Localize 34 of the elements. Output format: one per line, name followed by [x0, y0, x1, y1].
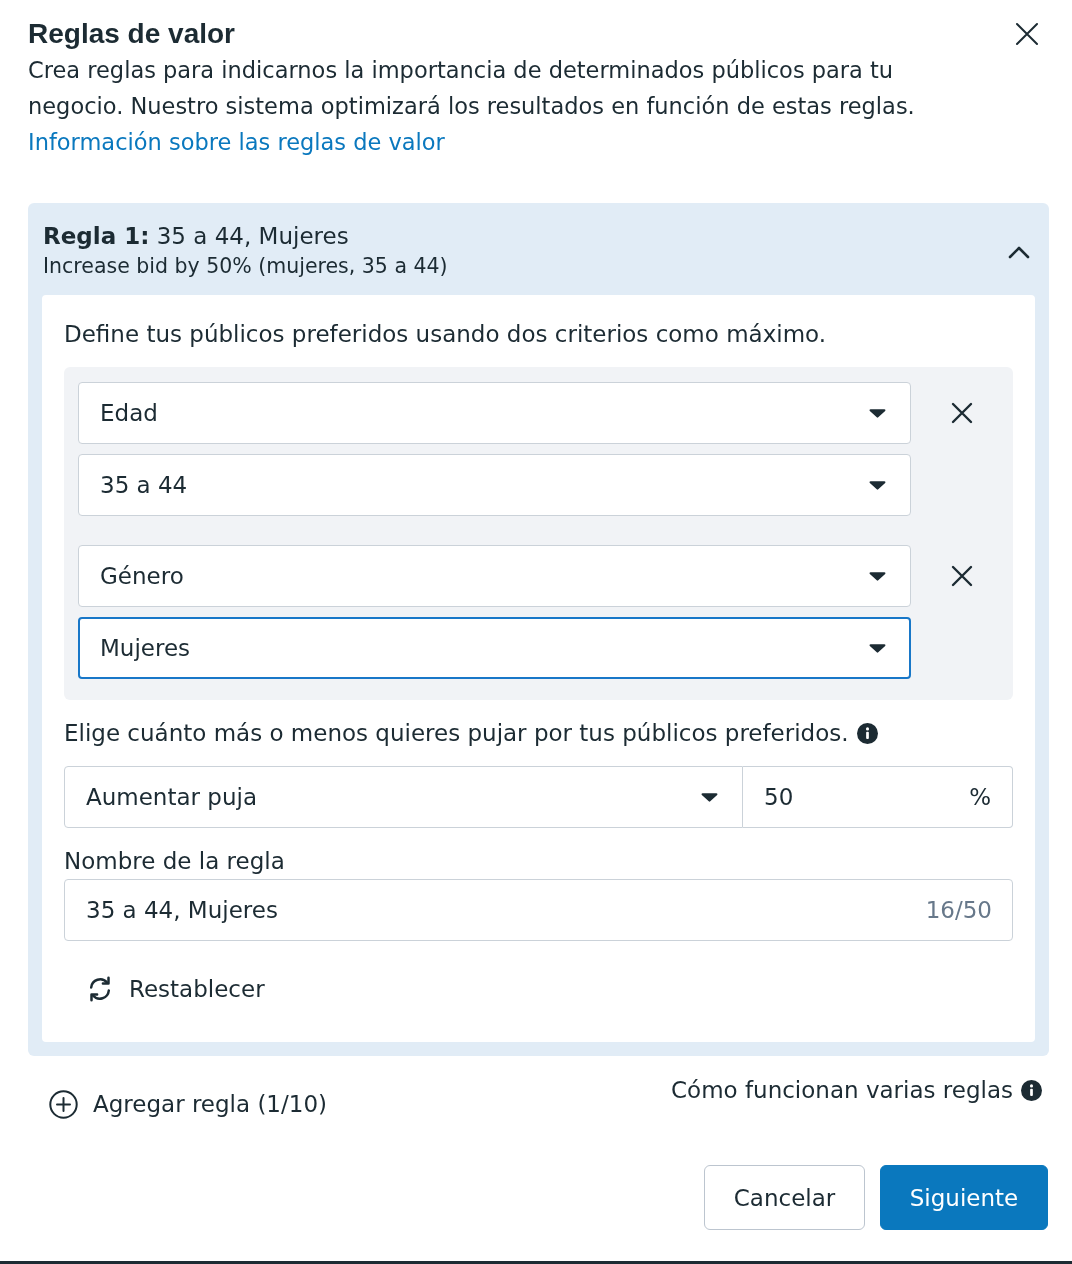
- reset-button[interactable]: Restablecer: [64, 965, 265, 1013]
- dialog-title: Reglas de valor: [28, 17, 236, 51]
- caret-icon: [869, 407, 886, 419]
- info-link[interactable]: Información sobre las reglas de valor: [28, 124, 445, 160]
- rule-name-field[interactable]: 35 a 44, Mujeres 16/50: [64, 879, 1013, 941]
- caret-icon: [869, 570, 886, 582]
- value-dropdown[interactable]: 35 a 44: [78, 454, 911, 516]
- chevron-up-icon[interactable]: [1008, 245, 1030, 259]
- instructions-text: Define tus públicos preferidos usando dos criterios como máximo.: [64, 320, 828, 349]
- percent-unit: %: [969, 784, 991, 810]
- field-label: Nombre de la regla: [64, 847, 286, 876]
- bid-amount-field[interactable]: 50 %: [743, 766, 1013, 828]
- dialog-description: Crea reglas para indicarnos la importancia de determinados públicos para tu negocio. Nuestro sistema optimizará los resultados en función de estas reglas.: [28, 56, 916, 121]
- value-dropdown[interactable]: Mujeres: [78, 617, 911, 679]
- rule-summary: Increase bid by 50% (mujeres, 35 a 44): [43, 253, 449, 280]
- criterion-dropdown[interactable]: Género: [78, 545, 911, 607]
- info-icon[interactable]: [1021, 1079, 1042, 1101]
- next-button[interactable]: Siguiente: [880, 1165, 1048, 1230]
- remove-icon[interactable]: [951, 565, 973, 587]
- info-icon[interactable]: [856, 722, 878, 744]
- cancel-button[interactable]: Cancelar: [704, 1165, 865, 1230]
- plus-circle-icon: [49, 1089, 78, 1119]
- help-link[interactable]: Cómo funcionan varias reglas: [671, 1074, 1013, 1106]
- bid-action-dropdown[interactable]: Aumentar puja: [64, 766, 743, 828]
- rule-title: Regla 1: 35 a 44, Mujeres: [43, 222, 350, 251]
- criterion-dropdown[interactable]: Edad: [78, 382, 911, 444]
- caret-icon: [869, 479, 886, 491]
- add-rule-button[interactable]: Agregar regla (1/10): [49, 1088, 327, 1120]
- caret-icon: [869, 642, 886, 654]
- remove-icon[interactable]: [951, 402, 973, 424]
- character-counter: 16/50: [925, 897, 992, 923]
- bid-prompt-text: Elige cuánto más o menos quieres pujar por tus públicos preferidos.: [64, 719, 849, 748]
- close-icon[interactable]: [1015, 22, 1039, 46]
- caret-icon: [701, 791, 718, 803]
